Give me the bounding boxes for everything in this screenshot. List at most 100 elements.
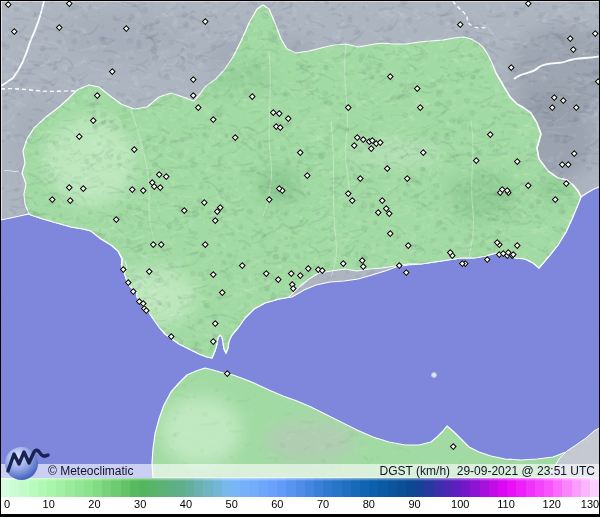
station-marker[interactable] xyxy=(563,180,569,186)
station-marker[interactable] xyxy=(224,370,230,376)
station-marker[interactable] xyxy=(386,210,392,216)
station-marker[interactable] xyxy=(304,172,310,178)
station-marker[interactable] xyxy=(212,320,218,326)
station-marker[interactable] xyxy=(450,443,456,449)
station-marker[interactable] xyxy=(190,76,196,82)
station-marker[interactable] xyxy=(457,21,463,27)
station-marker[interactable] xyxy=(232,134,238,140)
station-marker[interactable] xyxy=(573,104,579,110)
station-marker[interactable] xyxy=(360,263,366,269)
station-marker[interactable] xyxy=(156,171,162,177)
station-marker[interactable] xyxy=(571,150,577,156)
station-marker[interactable] xyxy=(508,64,514,70)
station-marker[interactable] xyxy=(357,175,363,181)
station-marker[interactable] xyxy=(414,85,420,91)
station-marker[interactable] xyxy=(131,146,137,152)
station-marker[interactable] xyxy=(249,93,255,99)
station-marker[interactable] xyxy=(123,25,129,31)
station-marker[interactable] xyxy=(552,196,558,202)
station-marker[interactable] xyxy=(210,116,216,122)
station-marker[interactable] xyxy=(120,266,126,272)
station-marker[interactable] xyxy=(181,207,187,213)
station-marker[interactable] xyxy=(351,142,357,148)
station-marker[interactable] xyxy=(66,1,72,6)
station-marker[interactable] xyxy=(405,242,411,248)
station-marker[interactable] xyxy=(263,270,269,276)
station-marker[interactable] xyxy=(340,260,346,266)
station-marker[interactable] xyxy=(551,94,557,100)
station-marker[interactable] xyxy=(210,338,216,344)
station-marker[interactable] xyxy=(305,265,311,271)
station-marker[interactable] xyxy=(345,190,351,196)
station-marker[interactable] xyxy=(514,242,520,248)
station-marker[interactable] xyxy=(140,187,146,193)
station-marker[interactable] xyxy=(420,149,426,155)
station-marker[interactable] xyxy=(417,104,423,110)
station-marker[interactable] xyxy=(202,241,208,247)
station-marker[interactable] xyxy=(565,161,571,167)
station-marker[interactable] xyxy=(379,197,385,203)
station-marker[interactable] xyxy=(125,279,131,285)
station-marker[interactable] xyxy=(525,182,531,188)
station-marker[interactable] xyxy=(195,104,201,110)
station-marker[interactable] xyxy=(570,46,576,52)
station-marker[interactable] xyxy=(76,133,82,139)
station-marker[interactable] xyxy=(297,272,303,278)
station-marker[interactable] xyxy=(212,217,218,223)
station-marker[interactable] xyxy=(275,276,281,282)
station-marker[interactable] xyxy=(94,92,100,98)
station-marker[interactable] xyxy=(549,104,555,110)
station-marker[interactable] xyxy=(595,78,599,84)
station-marker[interactable] xyxy=(473,157,479,163)
station-marker[interactable] xyxy=(487,131,493,137)
station-marker[interactable] xyxy=(525,1,531,6)
station-marker[interactable] xyxy=(288,270,294,276)
station-marker[interactable] xyxy=(201,199,207,205)
station-marker[interactable] xyxy=(592,30,598,36)
station-marker[interactable] xyxy=(297,149,303,155)
station-marker[interactable] xyxy=(219,289,225,295)
station-marker[interactable] xyxy=(158,241,164,247)
station-marker[interactable] xyxy=(266,196,272,202)
station-marker[interactable] xyxy=(560,97,566,103)
station-marker[interactable] xyxy=(143,307,149,313)
station-marker[interactable] xyxy=(130,288,136,294)
station-marker[interactable] xyxy=(384,165,390,171)
station-marker[interactable] xyxy=(375,209,381,215)
station-marker[interactable] xyxy=(484,256,490,262)
station-marker[interactable] xyxy=(396,262,402,268)
station-marker[interactable] xyxy=(403,269,409,275)
station-marker[interactable] xyxy=(5,1,11,7)
station-marker[interactable] xyxy=(345,104,351,110)
station-marker[interactable] xyxy=(163,173,169,179)
station-marker[interactable] xyxy=(146,268,152,274)
station-marker[interactable] xyxy=(168,333,174,339)
station-marker[interactable] xyxy=(202,18,208,24)
station-marker[interactable] xyxy=(239,262,245,268)
station-marker[interactable] xyxy=(404,175,410,181)
station-marker[interactable] xyxy=(190,92,196,98)
station-marker[interactable] xyxy=(11,28,17,34)
station-marker[interactable] xyxy=(368,145,374,151)
station-marker[interactable] xyxy=(90,117,96,123)
station-marker[interactable] xyxy=(66,184,72,190)
station-marker[interactable] xyxy=(285,115,291,121)
station-marker[interactable] xyxy=(109,68,115,74)
station-marker[interactable] xyxy=(150,241,156,247)
station-marker[interactable] xyxy=(319,267,325,273)
station-marker[interactable] xyxy=(277,124,283,130)
station-marker[interactable] xyxy=(567,35,573,41)
station-marker[interactable] xyxy=(349,197,355,203)
station-marker[interactable] xyxy=(387,230,393,236)
station-marker[interactable] xyxy=(157,184,163,190)
station-marker[interactable] xyxy=(56,24,62,30)
station-marker[interactable] xyxy=(67,197,73,203)
station-marker[interactable] xyxy=(514,158,520,164)
station-marker[interactable] xyxy=(80,185,86,191)
station-marker[interactable] xyxy=(129,186,135,192)
station-marker[interactable] xyxy=(276,110,282,116)
station-marker[interactable] xyxy=(49,196,55,202)
station-marker[interactable] xyxy=(113,216,119,222)
station-marker[interactable] xyxy=(210,271,216,277)
station-marker[interactable] xyxy=(387,73,393,79)
